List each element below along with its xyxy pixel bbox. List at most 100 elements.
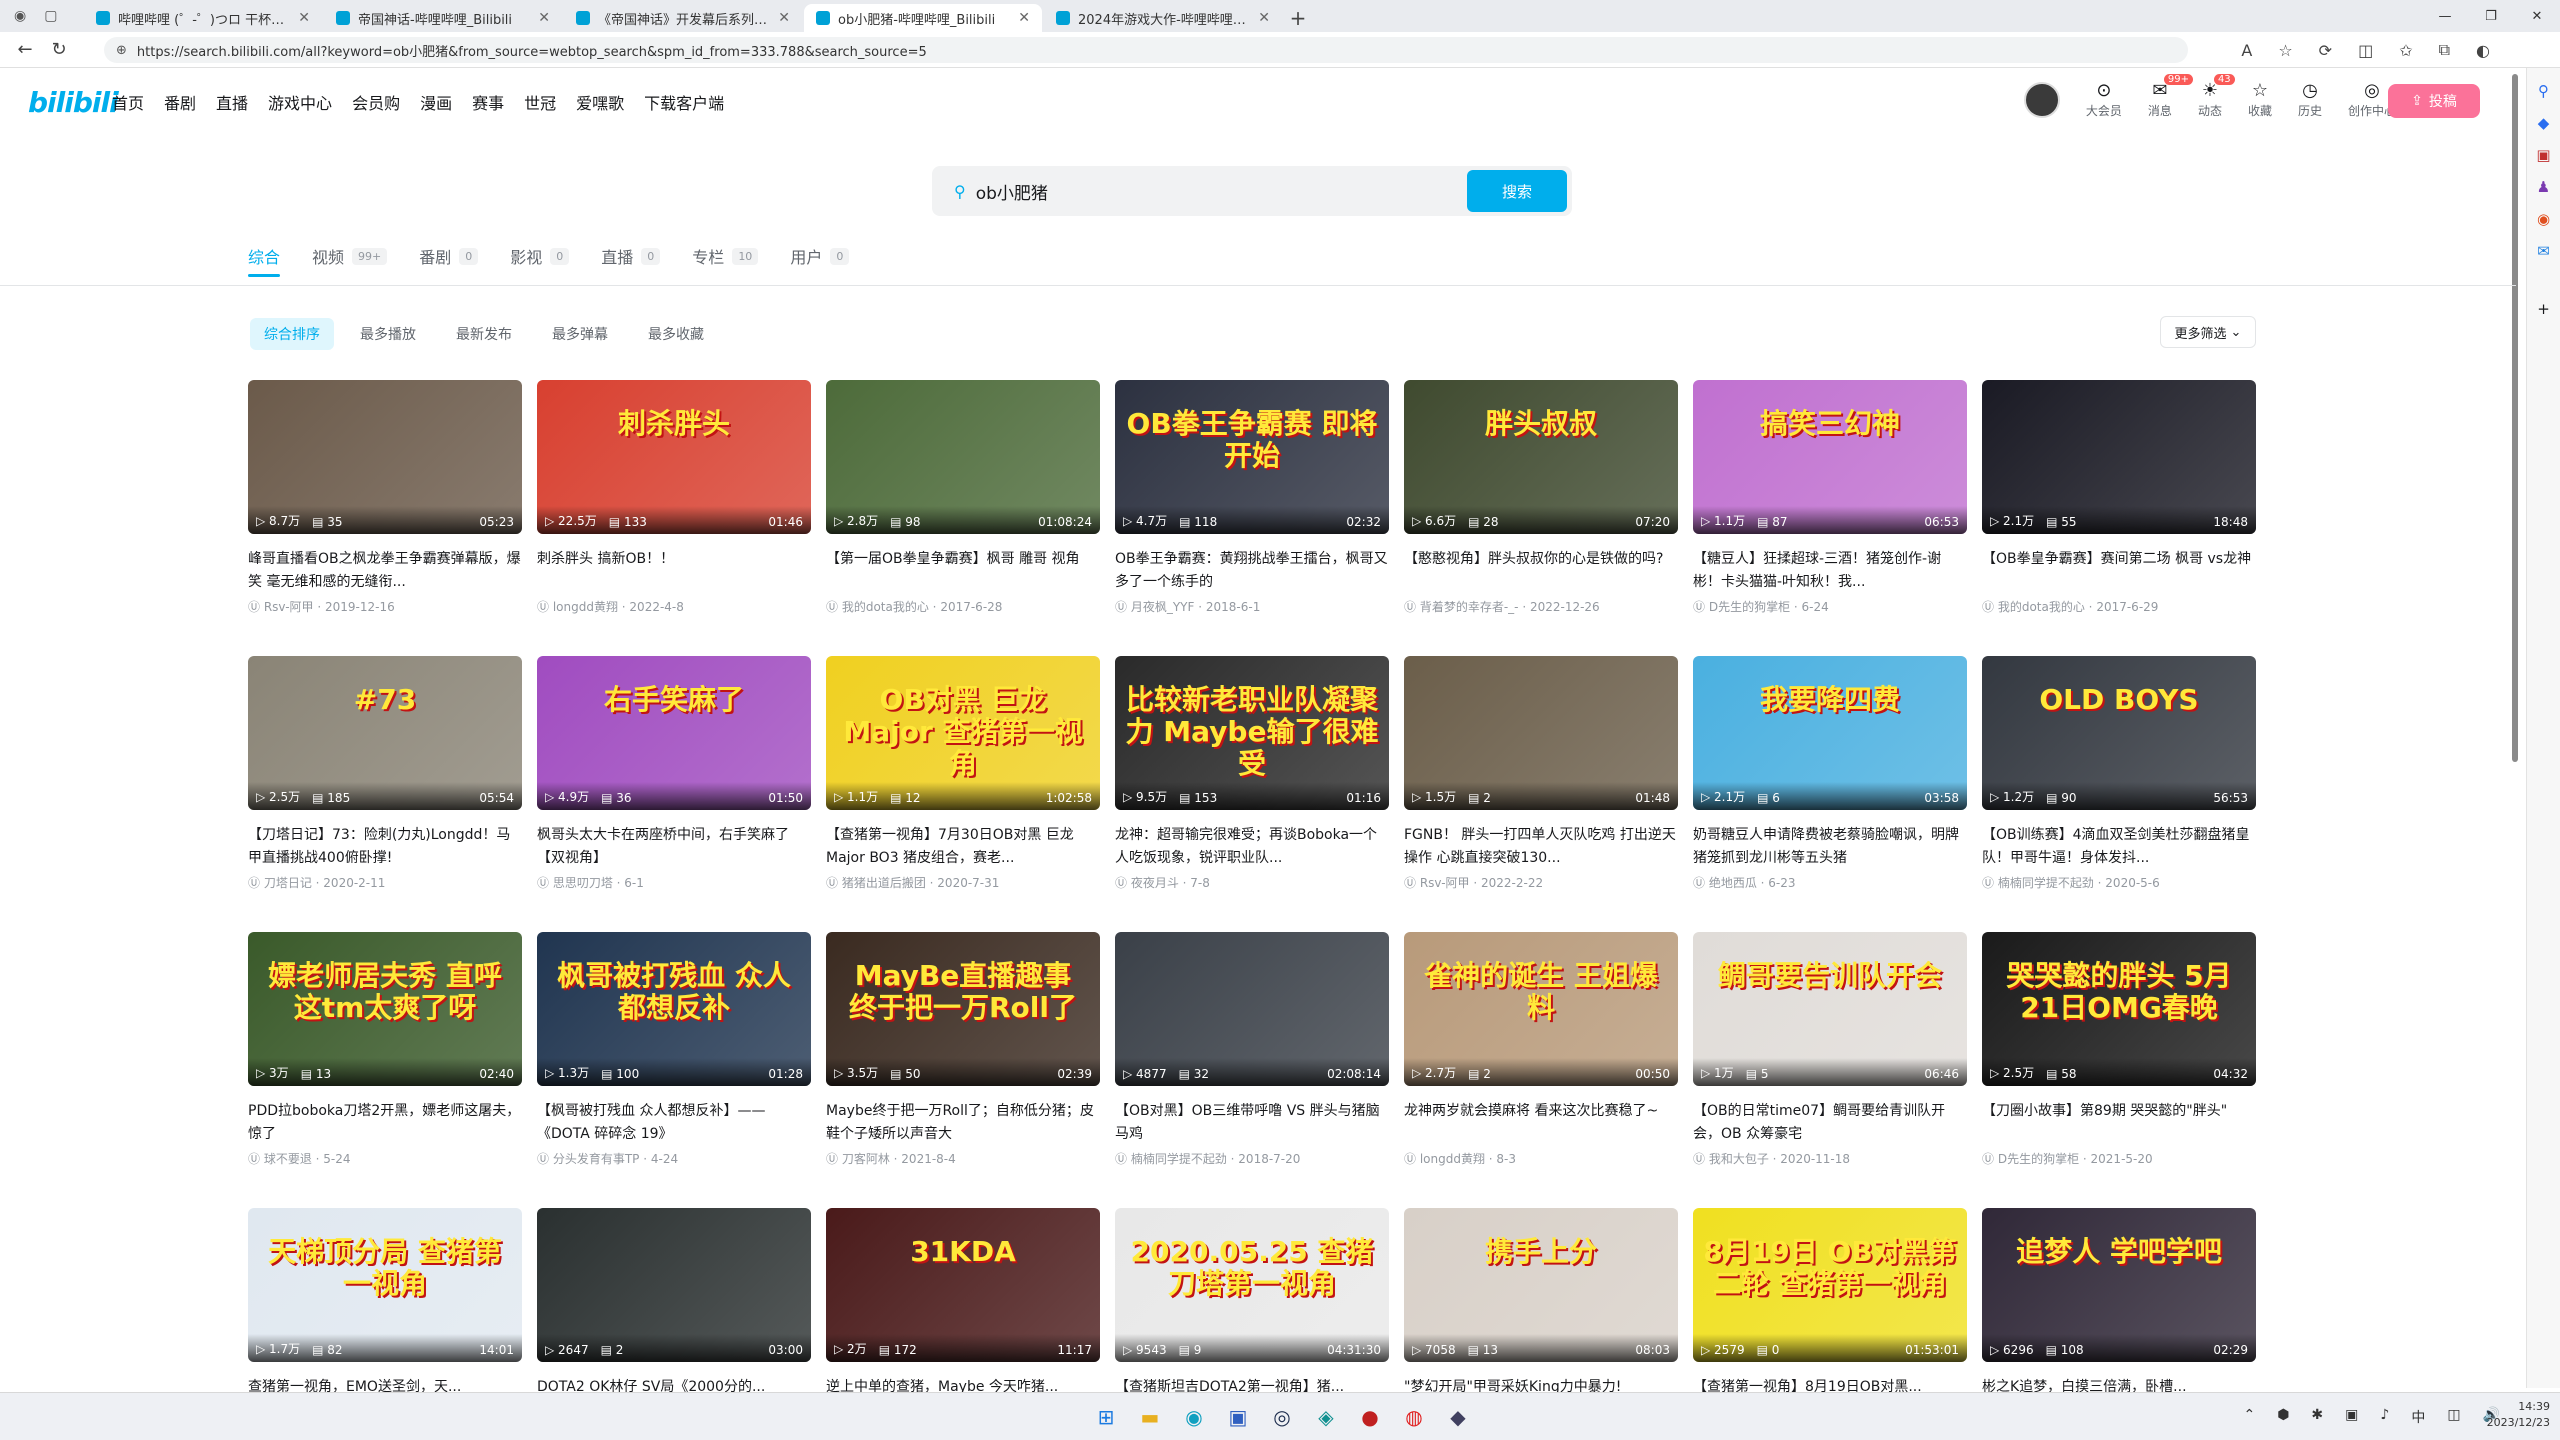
maximize-button[interactable]: ❐ — [2468, 0, 2514, 32]
sidebar-add-icon[interactable]: + — [2527, 300, 2560, 318]
game-icon[interactable]: ● — [1354, 1401, 1386, 1433]
video-card[interactable]: 胖头叔叔 ▷ 6.6万 ▤ 28 07:20 【憨憨视角】胖头叔叔你的心是铁做的吗? Ⓤ … — [1404, 380, 1678, 614]
nav-item[interactable]: 下载客户端 — [644, 90, 724, 114]
tab-0[interactable]: 综合 — [248, 244, 280, 268]
uploader-name[interactable]: 月夜枫_YYF — [1131, 600, 1195, 614]
video-card[interactable]: 右手笑麻了 ▷ 4.9万 ▤ 36 01:50 枫哥头太大卡在两座桥中间，右手笑麻了【双… — [537, 656, 811, 890]
close-window-button[interactable]: ✕ — [2514, 0, 2560, 32]
video-thumbnail[interactable]: 胖头叔叔 ▷ 6.6万 ▤ 28 07:20 — [1404, 380, 1678, 534]
game-launcher-icon[interactable]: ◆ — [1442, 1401, 1474, 1433]
tray-icon[interactable]: 中 — [2411, 1407, 2425, 1427]
video-card[interactable]: #73 ▷ 2.5万 ▤ 185 05:54 【刀塔日记】73：险刺(力丸)Longdd… — [248, 656, 522, 890]
sidebar-office-icon[interactable]: ◉ — [2527, 210, 2560, 228]
uploader-name[interactable]: 球不要退 — [264, 1152, 312, 1166]
uploader-name[interactable]: longdd黄翔 — [1420, 1152, 1485, 1166]
nav-item[interactable]: 漫画 — [420, 90, 452, 114]
search-button[interactable]: 搜索 — [1467, 170, 1567, 212]
video-thumbnail[interactable]: OLD BOYS ▷ 1.2万 ▤ 90 56:53 — [1982, 656, 2256, 810]
edge-browser-icon[interactable]: ◉ — [1178, 1401, 1210, 1433]
sort-option[interactable]: 综合排序 — [250, 318, 334, 350]
video-thumbnail[interactable]: 天梯顶分局 查猪第一视角 ▷ 1.7万 ▤ 82 14:01 — [248, 1208, 522, 1362]
steam-icon[interactable]: ◎ — [1266, 1401, 1298, 1433]
close-tab-icon[interactable]: ✕ — [778, 10, 790, 26]
url-bar[interactable]: ⊕ https://search.bilibili.com/all?keyword… — [104, 37, 2188, 63]
video-title[interactable]: 龙神：超哥输完很难受；再谈Boboka一个人吃饭现象，锐评职业队... — [1115, 824, 1389, 870]
video-thumbnail[interactable]: MayBe直播趣事 终于把一万Roll了 ▷ 3.5万 ▤ 50 02:39 — [826, 932, 1100, 1086]
search-input[interactable]: ob小肥猪 — [976, 179, 1048, 204]
video-card[interactable]: ▷ 8.7万 ▤ 35 05:23 峰哥直播看OB之枫龙拳王争霸赛弹幕版，爆笑 毫无维… — [248, 380, 522, 614]
read-aloud-icon[interactable]: A — [2241, 41, 2252, 60]
tray-icon[interactable]: ♪ — [2380, 1407, 2389, 1427]
close-tab-icon[interactable]: ✕ — [538, 10, 550, 26]
video-title[interactable]: 【查猪第一视角】7月30日OB对黑 巨龙Major BO3 猪皮组合，赛老... — [826, 824, 1100, 870]
scrollbar-thumb[interactable] — [2512, 74, 2518, 762]
collections-icon[interactable]: ⧉ — [2439, 40, 2450, 60]
video-card[interactable]: 哭哭懿的胖头 5月21日OMG春晚 ▷ 2.5万 ▤ 58 04:32 【刀圈小故事】第… — [1982, 932, 2256, 1166]
video-card[interactable]: ▷ 4877 ▤ 32 02:08:14 【OB对黑】OB三维带呼噜 VS 胖头与猪脑… — [1115, 932, 1389, 1166]
video-thumbnail[interactable]: 搞笑三幻神 ▷ 1.1万 ▤ 87 06:53 — [1693, 380, 1967, 534]
video-title[interactable]: 峰哥直播看OB之枫龙拳王争霸赛弹幕版，爆笑 毫无维和感的无缝衔... — [248, 548, 522, 594]
sidebar-shopping-icon[interactable]: ◆ — [2527, 114, 2560, 132]
tab-3[interactable]: 影视 0 — [510, 244, 570, 268]
uploader-name[interactable]: 我的dota我的心 — [842, 600, 929, 614]
uploader-name[interactable]: 我和大包子 — [1709, 1152, 1769, 1166]
back-button[interactable]: ← — [8, 39, 42, 60]
bilibili-logo[interactable]: bilibili — [28, 86, 119, 119]
video-thumbnail[interactable]: 鲷哥要告训队开会 ▷ 1万 ▤ 5 06:46 — [1693, 932, 1967, 1086]
video-thumbnail[interactable]: ▷ 2647 ▤ 2 03:00 — [537, 1208, 811, 1362]
uploader-name[interactable]: 思思叨刀塔 — [553, 876, 613, 890]
browser-tab[interactable]: 《帝国神话》开发幕后系列纪录... ✕ — [564, 4, 802, 32]
page-scrollbar[interactable] — [2510, 70, 2520, 1388]
browser-tab[interactable]: ob小肥猪-哔哩哔哩_Bilibili ✕ — [804, 4, 1042, 32]
video-card[interactable]: 搞笑三幻神 ▷ 1.1万 ▤ 87 06:53 【糖豆人】狂揉超球-三酒！猪笼创作-谢彬… — [1693, 380, 1967, 614]
video-card[interactable]: 鲷哥要告训队开会 ▷ 1万 ▤ 5 06:46 【OB的日常time07】鲷哥要给青训队… — [1693, 932, 1967, 1166]
video-card[interactable]: 我要降四费 ▷ 2.1万 ▤ 6 03:58 奶哥糖豆人申请降费被老蔡骑脸嘲讽，明牌猪笼… — [1693, 656, 1967, 890]
profile-icon[interactable]: ◉ — [14, 8, 26, 24]
tray-icon[interactable]: ▣ — [2345, 1407, 2358, 1427]
close-tab-icon[interactable]: ✕ — [298, 10, 310, 26]
video-card[interactable]: ▷ 1.5万 ▤ 2 01:48 FGNB！ 胖头一打四单人灭队吃鸡 打出逆天操作 心… — [1404, 656, 1678, 890]
sort-option[interactable]: 最多弹幕 — [538, 318, 622, 350]
header-icon-item[interactable]: ☀ 43 动态 — [2198, 74, 2235, 119]
video-thumbnail[interactable]: 2020.05.25 查猪刀塔第一视角 ▷ 9543 ▤ 9 04:31:30 — [1115, 1208, 1389, 1362]
video-thumbnail[interactable]: ▷ 8.7万 ▤ 35 05:23 — [248, 380, 522, 534]
new-tab-button[interactable]: + — [1284, 4, 1312, 32]
video-thumbnail[interactable]: 刺杀胖头 ▷ 22.5万 ▤ 133 01:46 — [537, 380, 811, 534]
nav-item[interactable]: 游戏中心 — [268, 90, 332, 114]
video-card[interactable]: 比较新老职业队凝聚力 Maybe输了很难受 ▷ 9.5万 ▤ 153 01:16 龙神：… — [1115, 656, 1389, 890]
video-thumbnail[interactable]: ▷ 2.1万 ▤ 55 18:48 — [1982, 380, 2256, 534]
uploader-name[interactable]: longdd黄翔 — [553, 600, 618, 614]
browser-tab[interactable]: 2024年游戏大作-哔哩哔哩_Bilibili ✕ — [1044, 4, 1282, 32]
video-card[interactable]: ▷ 2.1万 ▤ 55 18:48 【OB拳皇争霸赛】赛间第二场 枫哥 vs龙神 Ⓤ 我… — [1982, 380, 2256, 614]
video-title[interactable]: 【糖豆人】狂揉超球-三酒！猪笼创作-谢彬！卡头猫猫-叶知秋！我... — [1693, 548, 1967, 594]
app-icon[interactable]: ◈ — [1310, 1401, 1342, 1433]
video-card[interactable]: OB对黑 巨龙Major 查猪第一视角 ▷ 1.1万 ▤ 12 1:02:58 【查猪第… — [826, 656, 1100, 890]
nav-item[interactable]: 番剧 — [164, 90, 196, 114]
tray-icon[interactable]: ✱ — [2311, 1407, 2323, 1427]
video-thumbnail[interactable]: 31KDA ▷ 2万 ▤ 172 11:17 — [826, 1208, 1100, 1362]
video-thumbnail[interactable]: 嫖老师居夫秀 直呼这tm太爽了呀 ▷ 3万 ▤ 13 02:40 — [248, 932, 522, 1086]
header-icon-item[interactable]: ◷ 历史 — [2298, 80, 2322, 119]
more-filter-button[interactable]: 更多筛选 ⌄ — [2160, 316, 2256, 348]
split-screen-icon[interactable]: ◫ — [2358, 41, 2373, 60]
video-title[interactable]: FGNB！ 胖头一打四单人灭队吃鸡 打出逆天操作 心跳直接突破130... — [1404, 824, 1678, 870]
sidebar-outlook-icon[interactable]: ✉ — [2527, 242, 2560, 260]
video-title[interactable]: 【憨憨视角】胖头叔叔你的心是铁做的吗? — [1404, 548, 1678, 594]
video-title[interactable]: 【OB对黑】OB三维带呼噜 VS 胖头与猪脑马鸡 — [1115, 1100, 1389, 1146]
video-title[interactable]: 【刀圈小故事】第89期 哭哭懿的"胖头" — [1982, 1100, 2256, 1146]
sidebar-tools-icon[interactable]: ▣ — [2527, 146, 2560, 164]
close-tab-icon[interactable]: ✕ — [1018, 10, 1030, 26]
video-thumbnail[interactable]: 哭哭懿的胖头 5月21日OMG春晚 ▷ 2.5万 ▤ 58 04:32 — [1982, 932, 2256, 1086]
uploader-name[interactable]: 楠楠同学提不起劲 — [1131, 1152, 1227, 1166]
uploader-name[interactable]: Rsv-阿甲 — [264, 600, 314, 614]
sidebar-games-icon[interactable]: ♟ — [2527, 178, 2560, 196]
sort-option[interactable]: 最多播放 — [346, 318, 430, 350]
video-thumbnail[interactable]: 我要降四费 ▷ 2.1万 ▤ 6 03:58 — [1693, 656, 1967, 810]
favorites-icon[interactable]: ✩ — [2399, 41, 2412, 60]
avatar[interactable] — [2023, 81, 2060, 118]
tray-icon[interactable]: ◫ — [2447, 1407, 2460, 1427]
uploader-name[interactable]: D先生的狗掌柜 — [1998, 1152, 2079, 1166]
uploader-name[interactable]: 夜夜月斗 — [1131, 876, 1179, 890]
video-title[interactable]: 【刀塔日记】73：险刺(力丸)Longdd！马甲直播挑战400俯卧撑! — [248, 824, 522, 870]
header-icon-item[interactable]: ☆ 收藏 — [2248, 80, 2272, 119]
